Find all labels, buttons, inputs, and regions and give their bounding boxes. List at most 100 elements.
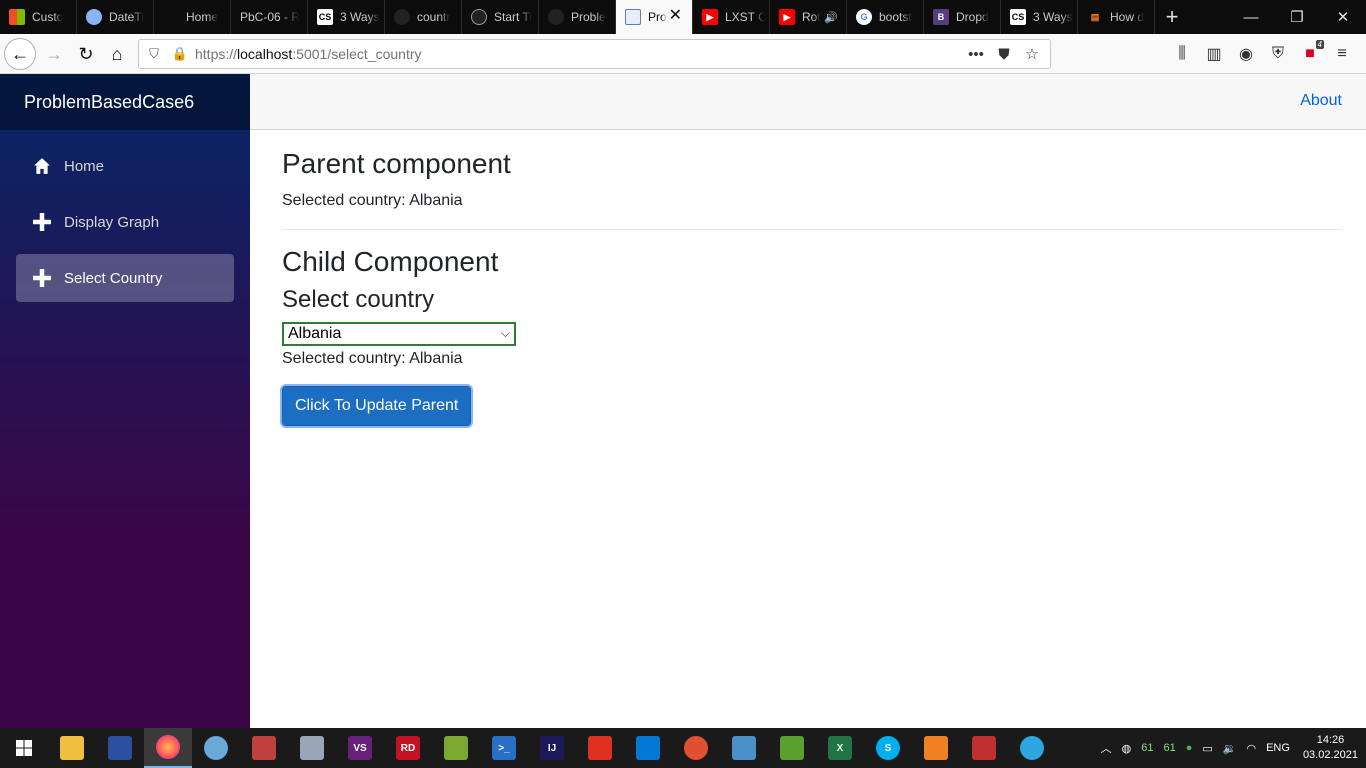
- taskbar-file-explorer[interactable]: [48, 728, 96, 768]
- browser-tab[interactable]: Gbootst: [847, 0, 924, 34]
- taskbar-app[interactable]: [960, 728, 1008, 768]
- taskbar-app[interactable]: [96, 728, 144, 768]
- sidebar-icon[interactable]: ▥: [1198, 38, 1230, 70]
- sidebar-item-label: Select Country: [64, 269, 163, 287]
- taskbar-app[interactable]: [240, 728, 288, 768]
- nav-list: Home Display Graph Select Country: [0, 130, 250, 302]
- browser-tab[interactable]: Home: [154, 0, 231, 34]
- child-selected-country: Selected country: Albania: [282, 350, 463, 367]
- taskbar-powershell[interactable]: >_: [480, 728, 528, 768]
- clock-date: 03.02.2021: [1302, 749, 1358, 761]
- sphere-icon: [86, 9, 102, 25]
- taskbar-app[interactable]: [912, 728, 960, 768]
- browser-tab-active[interactable]: Pro ✕: [616, 0, 693, 34]
- ublock-icon[interactable]: ⛨: [1262, 38, 1294, 70]
- stackoverflow-icon: ▤: [1090, 11, 1100, 22]
- taskbar-intellij[interactable]: IJ: [528, 728, 576, 768]
- home-button[interactable]: ⌂: [101, 38, 133, 70]
- extension-icon[interactable]: ■ 4: [1294, 38, 1326, 70]
- chevron-up-icon[interactable]: ︿: [1101, 740, 1112, 756]
- pdf-icon: [924, 736, 948, 760]
- sidebar-item-select-country[interactable]: Select Country: [16, 254, 234, 302]
- check-shield-icon[interactable]: ●: [1186, 742, 1193, 754]
- browser-tab[interactable]: CS 3 Ways: [308, 0, 385, 34]
- taskbar-rider[interactable]: RD: [384, 728, 432, 768]
- forward-button[interactable]: →: [38, 38, 70, 70]
- shield-icon[interactable]: ⛉: [143, 43, 165, 65]
- github-icon: [394, 9, 410, 25]
- taskbar-app[interactable]: [576, 728, 624, 768]
- battery-icon[interactable]: ▭: [1202, 742, 1212, 755]
- bookmark-star-icon[interactable]: ☆: [1018, 43, 1046, 65]
- pocket-icon[interactable]: ⛊: [990, 43, 1018, 65]
- taskbar-visual-studio[interactable]: VS: [336, 728, 384, 768]
- browser-tab[interactable]: DateTi: [77, 0, 154, 34]
- menu-icon[interactable]: ≡: [1326, 38, 1358, 70]
- clock-time: 14:26: [1316, 734, 1345, 746]
- windows-logo-icon: [16, 740, 32, 756]
- wifi-icon[interactable]: ◠: [1246, 742, 1256, 755]
- taskbar-app[interactable]: [768, 728, 816, 768]
- new-tab-button[interactable]: +: [1155, 0, 1189, 34]
- browser-tab[interactable]: B Dropd: [924, 0, 1001, 34]
- picture-icon: [972, 736, 996, 760]
- start-button[interactable]: [0, 728, 48, 768]
- browser-tab[interactable]: Custo: [0, 0, 77, 34]
- firefox-icon: [156, 735, 180, 759]
- browser-tab[interactable]: ▶ LXST C: [693, 0, 770, 34]
- url-text[interactable]: https://localhost:5001/select_country: [195, 46, 422, 62]
- cube-icon: [732, 736, 756, 760]
- account-icon[interactable]: ◉: [1230, 38, 1262, 70]
- restore-icon[interactable]: ❐: [1274, 0, 1320, 34]
- library-icon[interactable]: ⫼: [1166, 38, 1198, 70]
- browser-tab[interactable]: Proble: [539, 0, 616, 34]
- blank-icon: [163, 9, 179, 25]
- child-title: Child Component: [282, 246, 499, 277]
- sidebar-item-display-graph[interactable]: Display Graph: [16, 198, 234, 246]
- minimize-icon[interactable]: —: [1228, 0, 1274, 34]
- tray-counter[interactable]: 61: [1163, 742, 1175, 754]
- visual-studio-icon: VS: [348, 736, 372, 760]
- taskbar-app[interactable]: [432, 728, 480, 768]
- browser-tab[interactable]: ▤ How d: [1078, 0, 1155, 34]
- gear-badge-icon: [588, 736, 612, 760]
- clock[interactable]: 14:26 03.02.2021: [1303, 733, 1358, 763]
- taskbar-vscode[interactable]: [624, 728, 672, 768]
- url-bar[interactable]: ⛉ 🔒 https://localhost:5001/select_countr…: [138, 39, 1051, 69]
- about-link[interactable]: About: [1300, 92, 1342, 110]
- windows-taskbar: VS RD >_ IJ X S ︿ ◍ 61 61 ● ▭ 🔉 ◠ ENG 14…: [0, 728, 1366, 768]
- taskbar-app[interactable]: [720, 728, 768, 768]
- vscode-icon: [636, 736, 660, 760]
- browser-tab[interactable]: ▶ Rot 🔊: [770, 0, 847, 34]
- taskbar-app[interactable]: [192, 728, 240, 768]
- country-select[interactable]: Albania ⌵: [282, 322, 516, 346]
- parent-title: Parent component: [282, 148, 511, 179]
- youtube-icon: ▶: [779, 9, 795, 25]
- main-content: Parent component Selected country: Alban…: [282, 130, 1342, 426]
- taskbar-excel[interactable]: X: [816, 728, 864, 768]
- browser-tab[interactable]: PbC-06 - R: [231, 0, 308, 34]
- browser-tab[interactable]: countr: [385, 0, 462, 34]
- sidebar-item-home[interactable]: Home: [16, 142, 234, 190]
- taskbar-telegram[interactable]: [1008, 728, 1056, 768]
- taskbar-firefox[interactable]: [144, 728, 192, 768]
- brand-name[interactable]: ProblemBasedCase6: [24, 92, 194, 113]
- reload-button[interactable]: ↻: [70, 38, 102, 70]
- speaker-icon[interactable]: 🔊: [824, 11, 838, 24]
- network-globe-icon[interactable]: ◍: [1122, 742, 1132, 755]
- browser-tab[interactable]: CS 3 Ways: [1001, 0, 1078, 34]
- tray-counter[interactable]: 61: [1141, 742, 1153, 754]
- close-window-icon[interactable]: ✕: [1320, 0, 1366, 34]
- update-parent-button[interactable]: Click To Update Parent: [282, 386, 472, 426]
- taskbar-app[interactable]: [672, 728, 720, 768]
- more-actions-icon[interactable]: •••: [962, 43, 990, 65]
- volume-icon[interactable]: 🔉: [1223, 742, 1237, 755]
- language-indicator[interactable]: ENG: [1266, 742, 1290, 754]
- back-button[interactable]: ←: [4, 38, 36, 70]
- divider: [282, 229, 1342, 230]
- insecure-lock-icon[interactable]: 🔒: [169, 43, 191, 65]
- close-tab-icon[interactable]: ✕: [669, 8, 682, 24]
- browser-tab[interactable]: Start Ti: [462, 0, 539, 34]
- taskbar-skype[interactable]: S: [864, 728, 912, 768]
- taskbar-app[interactable]: [288, 728, 336, 768]
